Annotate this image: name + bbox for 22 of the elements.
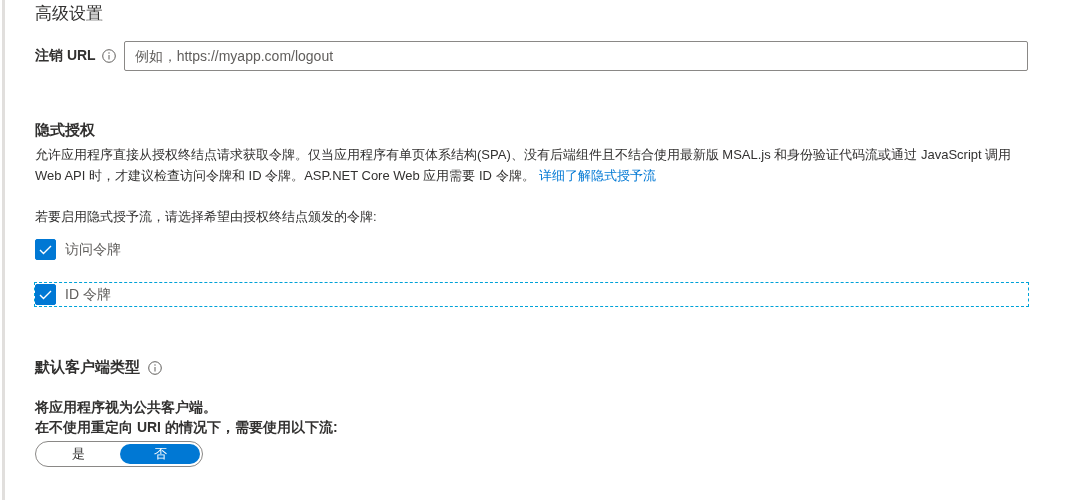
section-title: 隐式授权 [35, 121, 95, 140]
section-heading: 高级设置 [35, 3, 104, 25]
description-text: 在不使用重定向 URI 的情况下，需要使用以下流: [35, 418, 339, 437]
checkbox-label: 访问令牌 [65, 240, 121, 259]
checkbox-row[interactable]: 访问令牌 [35, 238, 1028, 261]
field-label: 注销 URL [35, 47, 96, 65]
section-title: 默认客户端类型 [35, 358, 140, 377]
checkbox-label: ID 令牌 [65, 285, 111, 304]
logout-url-field[interactable]: 例如，https://myapp.com/logout [123, 41, 1028, 71]
check-icon [39, 244, 52, 255]
description-text: 允许应用程序直接从授权终结点请求获取令牌。仅当应用程序有单页体系结构(SPA)、没有后端组件且不结合使用最新版 MSAL.js 和身份验证代码流或通过 JavaScript 调用 Web API 时，才建议检查访问令牌和 ID 令牌。ASP.NET Core Web 应用需要 ID 令牌。 详细了解隐式授予流 [35, 146, 1013, 185]
learn-more-link[interactable]: 详细了解隐式授予流 [538, 168, 656, 183]
toggle-option[interactable]: 否 [120, 444, 200, 464]
checkbox[interactable] [35, 239, 56, 260]
prompt-text: 若要启用隐式授予流，请选择希望由授权终结点颁发的令牌: [35, 208, 378, 226]
description-text: 将应用程序视为公共客户端。 [35, 398, 218, 417]
checkbox-row[interactable]: ID 令牌 [35, 283, 1028, 306]
info-icon[interactable] [148, 360, 162, 375]
check-icon [39, 289, 52, 300]
toggle-option[interactable]: 是 [38, 444, 118, 464]
checkbox[interactable] [35, 284, 56, 305]
info-icon[interactable] [101, 49, 116, 63]
